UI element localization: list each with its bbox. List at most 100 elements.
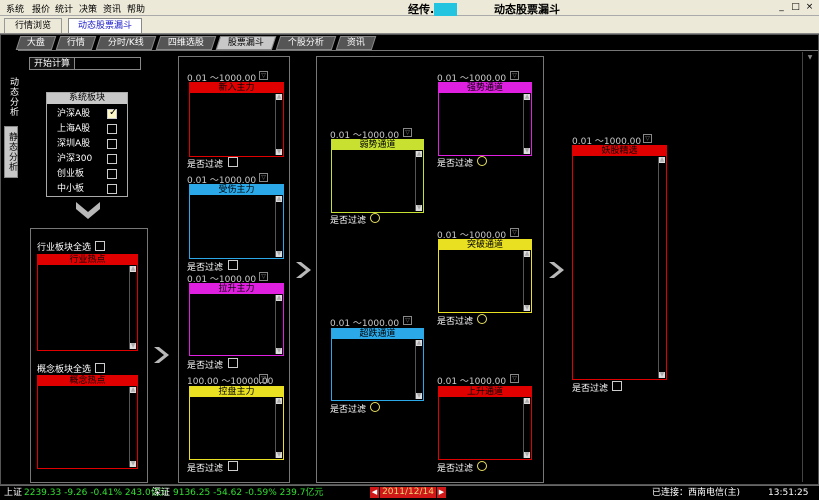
panel-monster-stock[interactable]: 妖股精选 ▲ ▼	[572, 145, 667, 380]
range-dropdown-icon[interactable]: ▽	[259, 374, 268, 383]
scroll-up-icon[interactable]: ▲	[276, 295, 282, 301]
navtab-funnel[interactable]: 股票漏斗	[215, 36, 277, 50]
filter-checkbox[interactable]	[228, 461, 238, 471]
concept-select-all-checkbox[interactable]	[95, 363, 105, 373]
menu-quote[interactable]: 报价	[32, 2, 50, 15]
range-dropdown-icon[interactable]: ▽	[510, 228, 519, 237]
navtab-quotes[interactable]: 行情	[55, 36, 97, 50]
panel-control-main-force[interactable]: 控盘主力 ▲ ▼	[189, 386, 284, 460]
filter-checkbox[interactable]	[228, 358, 238, 368]
menu-help[interactable]: 帮助	[127, 2, 145, 15]
range-dropdown-icon[interactable]: ▽	[403, 128, 412, 137]
scroll-down-icon[interactable]: ▼	[416, 393, 422, 399]
sector-checkbox[interactable]	[107, 169, 117, 179]
scroll-up-icon[interactable]: ▲	[659, 157, 665, 163]
menu-info[interactable]: 资讯	[103, 2, 121, 15]
scrollbar[interactable]: ▲ ▼	[415, 340, 422, 399]
scrollbar[interactable]: ▲ ▼	[275, 94, 282, 155]
maximize-icon[interactable]: □	[790, 2, 801, 13]
filter-radio[interactable]	[477, 156, 487, 166]
scroll-down-icon[interactable]: ▼	[276, 452, 282, 458]
range-dropdown-icon[interactable]: ▽	[259, 71, 268, 80]
scroll-up-icon[interactable]: ▲	[276, 398, 282, 404]
sector-checkbox[interactable]	[107, 139, 117, 149]
menu-decision[interactable]: 决策	[79, 2, 97, 15]
range-dropdown-icon[interactable]: ▽	[259, 173, 268, 182]
scroll-up-icon[interactable]: ▲	[276, 196, 282, 202]
scroll-down-icon[interactable]: ▼	[524, 305, 530, 311]
close-icon[interactable]: ×	[804, 2, 815, 13]
scroll-up-icon[interactable]: ▲	[276, 94, 282, 100]
right-scroll-strip[interactable]: ▼	[802, 52, 816, 482]
scroll-up-icon[interactable]: ▲	[130, 266, 136, 272]
filter-radio[interactable]	[477, 461, 487, 471]
scrollbar[interactable]: ▲ ▼	[658, 157, 665, 378]
sector-checkbox[interactable]	[107, 124, 117, 134]
navtab-4d-select[interactable]: 四维选股	[155, 36, 217, 50]
scroll-up-icon[interactable]: ▲	[416, 151, 422, 157]
scrollbar[interactable]: ▲ ▼	[275, 196, 282, 257]
range-dropdown-icon[interactable]: ▽	[643, 134, 652, 143]
range-dropdown-icon[interactable]: ▽	[403, 316, 412, 325]
scroll-down-icon[interactable]: ▼	[130, 343, 136, 349]
industry-select-all-checkbox[interactable]	[95, 241, 105, 251]
range-dropdown-icon[interactable]: ▽	[510, 374, 519, 383]
scroll-up-icon[interactable]: ▲	[416, 340, 422, 346]
scroll-down-icon[interactable]: ▼	[130, 461, 136, 467]
scroll-down-icon[interactable]: ▼	[276, 251, 282, 257]
navtab-kline[interactable]: 分时/K线	[95, 36, 157, 50]
scrollbar[interactable]: ▲ ▼	[415, 151, 422, 211]
range-dropdown-icon[interactable]: ▽	[259, 272, 268, 281]
scrollbar[interactable]: ▲ ▼	[523, 94, 530, 154]
scrollbar[interactable]: ▲ ▼	[129, 266, 136, 349]
range-dropdown-icon[interactable]: ▽	[510, 71, 519, 80]
sidetab-dynamic[interactable]: 动态分析	[4, 72, 18, 122]
scroll-down-icon[interactable]: ▼	[416, 205, 422, 211]
scrollbar[interactable]: ▲ ▼	[523, 251, 530, 311]
filter-radio[interactable]	[370, 213, 380, 223]
panel-strong-channel[interactable]: 强势通道 ▲ ▼	[438, 82, 532, 156]
tab-dynamic-funnel[interactable]: 动态股票漏斗	[68, 18, 142, 33]
sector-checkbox[interactable]	[107, 184, 117, 194]
concept-hot-panel[interactable]: 概念热点 ▲ ▼	[37, 375, 138, 469]
navtab-index[interactable]: 大盘	[15, 36, 57, 50]
scroll-up-icon[interactable]: ▲	[524, 398, 530, 404]
scroll-down-icon[interactable]: ▼	[524, 148, 530, 154]
scroll-up-icon[interactable]: ▲	[524, 94, 530, 100]
sector-checkbox[interactable]	[107, 107, 117, 119]
filter-checkbox[interactable]	[228, 157, 238, 167]
scroll-down-icon[interactable]: ▼	[659, 372, 665, 378]
sidetab-static[interactable]: 静态分析	[4, 126, 18, 178]
menu-system[interactable]: 系统	[6, 2, 24, 15]
tab-market-browse[interactable]: 行情浏览	[4, 18, 62, 33]
scroll-up-icon[interactable]: ▲	[130, 387, 136, 393]
sector-checkbox[interactable]	[107, 154, 117, 164]
scrollbar[interactable]: ▲ ▼	[129, 387, 136, 467]
filter-radio[interactable]	[477, 314, 487, 324]
scrollbar[interactable]: ▲ ▼	[275, 398, 282, 458]
date-display[interactable]: 2011/12/14	[380, 487, 436, 498]
panel-lift-main-force[interactable]: 拉升主力 ▲ ▼	[189, 283, 284, 356]
navtab-stock-analysis[interactable]: 个股分析	[275, 36, 337, 50]
panel-rising-channel[interactable]: 上升通道 ▲ ▼	[438, 386, 532, 460]
industry-hot-panel[interactable]: 行业热点 ▲ ▼	[37, 254, 138, 351]
menu-stats[interactable]: 统计	[55, 2, 73, 15]
minimize-icon[interactable]: _	[776, 2, 787, 13]
scroll-down-icon[interactable]: ▼	[276, 149, 282, 155]
date-next-icon[interactable]: ▶	[437, 487, 446, 498]
panel-breakout-channel[interactable]: 突破通道 ▲ ▼	[438, 239, 532, 313]
navtab-news[interactable]: 资讯	[335, 36, 377, 50]
panel-injured-main-force[interactable]: 受伤主力 ▲ ▼	[189, 184, 284, 259]
panel-oversold-channel[interactable]: 超跌通道 ▲ ▼	[331, 328, 424, 401]
scroll-up-icon[interactable]: ▼	[806, 54, 814, 62]
date-prev-icon[interactable]: ◀	[370, 487, 379, 498]
scroll-up-icon[interactable]: ▲	[524, 251, 530, 257]
scrollbar[interactable]: ▲ ▼	[275, 295, 282, 354]
scroll-down-icon[interactable]: ▼	[524, 452, 530, 458]
scrollbar[interactable]: ▲ ▼	[523, 398, 530, 458]
start-calc-button[interactable]: 开始计算	[29, 57, 76, 70]
scroll-down-icon[interactable]: ▼	[276, 348, 282, 354]
panel-new-main-force[interactable]: 新入主力 ▲ ▼	[189, 82, 284, 157]
panel-weak-channel[interactable]: 弱势通道 ▲ ▼	[331, 139, 424, 213]
filter-checkbox[interactable]	[612, 381, 622, 391]
